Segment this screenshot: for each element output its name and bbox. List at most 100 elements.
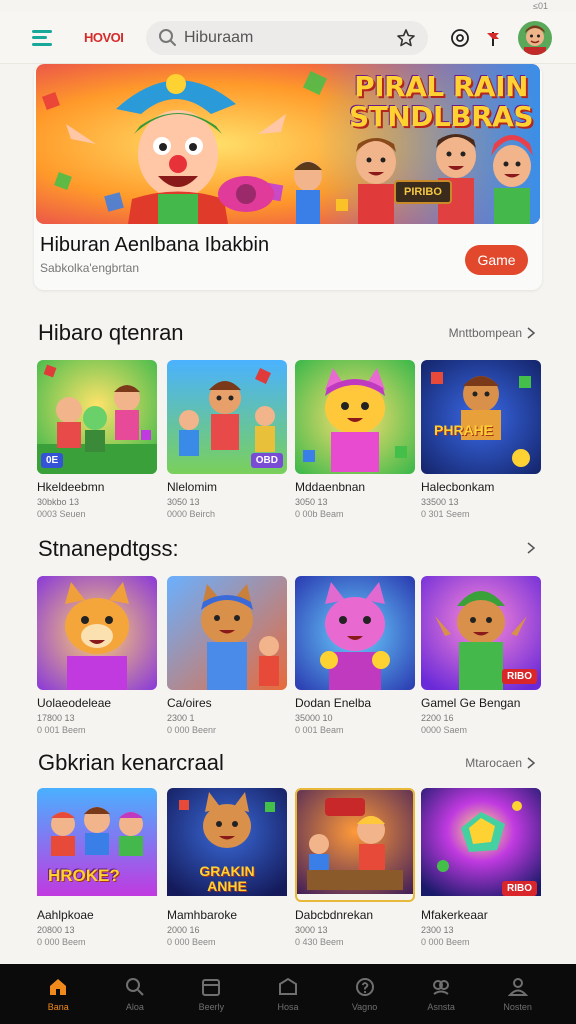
nav-label: Asnsta [427, 1002, 455, 1012]
banner-badge: PIRIBO [394, 180, 452, 204]
game-thumbnail[interactable] [295, 360, 415, 474]
game-tile[interactable]: RIBO Mfakerkeaar 2300 13 0 000 Beem [421, 788, 541, 947]
gamepad-icon [433, 980, 450, 995]
search-bar[interactable] [146, 20, 428, 55]
tile-art-text: GRAKIN ANHE [199, 863, 255, 894]
avatar[interactable] [518, 20, 552, 55]
inbox-icon [278, 977, 297, 995]
game-thumbnail[interactable]: GRAKIN ANHE [167, 788, 287, 902]
tile-meta-secondary: 0000 Beirch [167, 509, 216, 519]
featured-card[interactable]: PIRAL RAIN STNDLBRAS PIRIBO Hiburan Aenl… [34, 64, 542, 290]
game-thumbnail[interactable]: OBD [167, 360, 287, 474]
see-more-link[interactable]: Mnttbompean [449, 326, 536, 340]
game-tile[interactable]: Ca/oires 2300 1 0 000 Beenr [167, 576, 287, 735]
brand-logo[interactable]: HOVOI [84, 30, 146, 45]
tile-title: Dabcbdnrekan [295, 908, 374, 922]
see-more-link[interactable]: Mtarocaen [465, 756, 536, 770]
tile-meta: 33500 13 [421, 497, 459, 507]
game-thumbnail[interactable]: RIBO [421, 788, 541, 902]
game-thumbnail[interactable]: 0E [37, 360, 157, 474]
game-thumbnail[interactable]: RIBO [421, 576, 541, 690]
search-icon [125, 978, 144, 996]
tile-title: Mfakerkeaar [421, 908, 488, 922]
star-icon[interactable] [396, 28, 416, 48]
game-thumbnail[interactable] [167, 576, 287, 690]
game-tile[interactable]: GRAKIN ANHE Mamhbaroke 2000 16 0 000 Bee… [167, 788, 287, 947]
see-more-link[interactable] [522, 542, 536, 554]
home-icon [50, 979, 67, 995]
see-more-label: Mtarocaen [465, 756, 522, 770]
tile-meta: 17800 13 [37, 713, 75, 723]
tile-badge: OBD [250, 453, 283, 468]
tile-meta-secondary: 0 00b Beam [295, 509, 344, 519]
help-icon [355, 978, 374, 996]
nav-search[interactable]: Aloa [105, 976, 165, 1012]
tile-meta: 3050 13 [295, 497, 328, 507]
search-input[interactable] [184, 28, 396, 47]
search-icon [159, 28, 176, 46]
game-tile[interactable]: OBD Nlelomim 3050 13 0000 Beirch [167, 360, 287, 519]
tile-title: Nlelomim [167, 480, 218, 494]
tile-meta-secondary: 0000 Saem [421, 725, 468, 735]
tile-meta: 2300 13 [421, 925, 454, 935]
circle-icon[interactable] [450, 28, 470, 48]
tile-art-text: PHRAHE [434, 422, 494, 438]
game-thumbnail[interactable] [295, 576, 415, 690]
tile-title: Gamel Ge Bengan [421, 696, 521, 710]
tile-title: Uolaeodeleae [37, 696, 112, 710]
game-thumbnail[interactable] [295, 788, 415, 902]
tile-art-text: HROKE? [48, 866, 120, 885]
nav-games[interactable]: Asnsta [411, 976, 471, 1012]
tile-title: Aahlpkoae [37, 908, 94, 922]
tile-meta: 2300 1 [167, 713, 195, 723]
status-bar: ≤01 [0, 0, 576, 12]
tile-title: Halecbonkam [421, 480, 495, 494]
see-more-label: Mnttbompean [448, 326, 522, 340]
calendar-icon [202, 979, 221, 996]
tile-badge: 0E [41, 453, 64, 468]
nav-inbox[interactable]: Hosa [258, 976, 318, 1012]
game-tile[interactable]: HROKE? Aahlpkoae 20800 13 0 000 Beem [37, 788, 157, 947]
featured-title: Hiburan Aenlbana Ibakbin [40, 234, 270, 256]
section-title: Stnanepdtgss: [38, 536, 179, 561]
profile-icon [507, 978, 528, 996]
featured-subtitle: Sabkolka'engbrtan [40, 261, 140, 275]
game-tile[interactable]: RIBO Gamel Ge Bengan 2200 16 0000 Saem [421, 576, 541, 735]
game-tile[interactable]: Uolaeodeleae 17800 13 0 001 Beem [37, 576, 157, 735]
chevron-right-icon [527, 542, 536, 554]
nav-profile[interactable]: Nosten [488, 976, 548, 1012]
flag-icon[interactable] [484, 28, 504, 48]
menu-icon[interactable] [32, 29, 52, 46]
status-time: ≤01 [533, 1, 548, 11]
tile-meta-secondary: 0003 Seuen [37, 509, 86, 519]
game-thumbnail[interactable] [37, 576, 157, 690]
tile-meta-secondary: 0 430 Beem [295, 937, 344, 947]
game-thumbnail[interactable]: HROKE? [37, 788, 157, 902]
game-tile[interactable]: Dodan Enelba 35000 10 0 001 Beam [295, 576, 415, 735]
game-tile[interactable]: 0E Hkeldeebmn 30bkbo 13 0003 Seuen [37, 360, 157, 519]
nav-help[interactable]: Vagno [335, 976, 395, 1012]
tile-meta: 2000 16 [167, 925, 200, 935]
nav-home[interactable]: Bana [28, 976, 88, 1012]
game-tile[interactable]: Mddaenbnan 3050 13 0 00b Beam [295, 360, 415, 519]
tile-meta: 20800 13 [37, 925, 75, 935]
top-header: HOVOI [0, 12, 576, 64]
tile-meta: 30bkbo 13 [37, 497, 80, 507]
game-thumbnail[interactable]: PHRAHE [421, 360, 541, 474]
featured-banner[interactable]: PIRAL RAIN STNDLBRAS PIRIBO [36, 64, 540, 224]
nav-calendar[interactable]: Beerly [181, 976, 241, 1012]
nav-label: Nosten [503, 1002, 532, 1012]
tile-badge: RIBO [502, 881, 537, 896]
tile-meta-secondary: 0 000 Beem [37, 937, 86, 947]
nav-label: Hosa [277, 1002, 299, 1012]
nav-label: Beerly [198, 1002, 225, 1012]
tile-meta: 2200 16 [421, 713, 454, 723]
nav-label: Vagno [351, 1002, 378, 1012]
tile-meta: 3000 13 [295, 925, 328, 935]
tile-title: Mamhbaroke [167, 908, 238, 922]
bottom-navigation: Bana Aloa Beerly Hosa Vagno Asnsta Noste… [0, 964, 576, 1024]
game-button[interactable]: Game [465, 245, 528, 275]
game-tile[interactable]: Dabcbdnrekan 3000 13 0 430 Beem [295, 788, 415, 947]
tile-meta-secondary: 0 301 Seem [421, 509, 470, 519]
game-tile[interactable]: PHRAHE Halecbonkam 33500 13 0 301 Seem [421, 360, 541, 519]
